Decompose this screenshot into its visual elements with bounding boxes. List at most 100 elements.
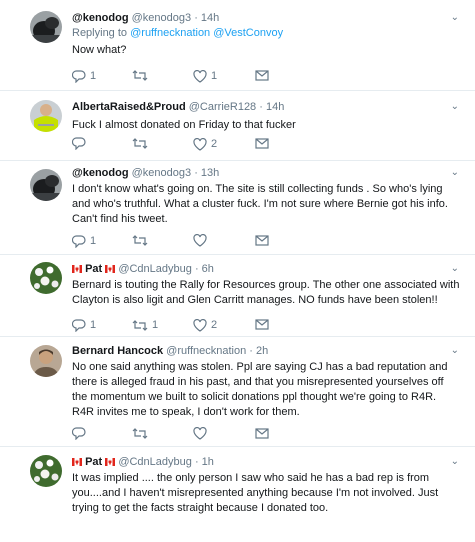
chevron-down-icon[interactable]: ⌄ — [451, 262, 459, 276]
tweet-actions — [72, 427, 332, 443]
reply-icon — [72, 69, 86, 83]
tweet[interactable]: Pat @CdnLadybug · 6h Bernard is touting … — [0, 255, 475, 337]
canada-flag-icon — [105, 265, 116, 273]
avatar[interactable] — [30, 100, 62, 132]
retweet-button[interactable] — [132, 234, 152, 247]
timestamp[interactable]: 13h — [201, 167, 219, 179]
heart-icon — [193, 427, 207, 440]
retweet-button[interactable] — [132, 137, 152, 150]
reply-icon — [72, 137, 86, 150]
canada-flag-icon — [72, 265, 82, 273]
avatar[interactable] — [30, 169, 62, 201]
display-name[interactable]: Pat — [85, 263, 102, 275]
direct-message-button[interactable] — [255, 234, 269, 247]
tweet-thread: @kenodog @kenodog3 · 14h Replying to @ru… — [0, 0, 475, 542]
retweet-count: 1 — [152, 319, 159, 331]
display-name[interactable]: Pat — [85, 456, 102, 468]
white-flowers-icon — [30, 262, 62, 294]
tweet-text-paragraph: R4R invites me to speak, I don't work fo… — [72, 406, 300, 418]
canada-flag-icon — [72, 458, 82, 466]
retweet-icon — [132, 70, 148, 81]
chevron-down-icon[interactable]: ⌄ — [451, 100, 459, 114]
like-button[interactable] — [193, 234, 211, 247]
direct-message-button[interactable] — [255, 427, 269, 440]
retweet-button[interactable]: 1 — [132, 318, 158, 332]
heart-icon — [193, 137, 207, 151]
tweet-text: Bernard is touting the Rally for Resourc… — [72, 279, 460, 306]
reply-icon — [72, 234, 86, 248]
user-handle[interactable]: @kenodog3 — [132, 12, 192, 24]
white-flowers-icon — [30, 455, 62, 487]
display-name[interactable]: @kenodog — [72, 12, 129, 24]
user-handle[interactable]: @kenodog3 — [132, 167, 192, 179]
display-name[interactable]: AlbertaRaised&Proud — [72, 101, 186, 113]
heart-icon — [193, 234, 207, 247]
avatar[interactable] — [30, 262, 62, 294]
separator-dot: · — [259, 101, 263, 113]
tweet-actions: 1 — [72, 234, 332, 250]
tweet[interactable]: Bernard Hancock @ruffnecknation · 2h No … — [0, 337, 475, 447]
tweet-actions: 1 1 — [72, 69, 332, 85]
display-name[interactable]: @kenodog — [72, 167, 129, 179]
timestamp[interactable]: 14h — [201, 12, 219, 24]
timestamp[interactable]: 1h — [202, 456, 214, 468]
timestamp[interactable]: 14h — [266, 101, 284, 113]
reply-button[interactable] — [72, 137, 90, 150]
tweet-text: I don't know what's going on. The site i… — [72, 183, 448, 225]
chevron-down-icon[interactable]: ⌄ — [451, 455, 459, 469]
tweet[interactable]: @kenodog @kenodog3 · 14h Replying to @ru… — [0, 0, 475, 91]
timestamp[interactable]: 2h — [256, 345, 268, 357]
tweet-text-paragraph: No one said anything was stolen. Ppl are… — [72, 361, 448, 403]
display-name[interactable]: Bernard Hancock — [72, 345, 163, 357]
separator-dot: · — [194, 12, 198, 24]
separator-dot: · — [249, 345, 253, 357]
reply-count: 1 — [90, 319, 97, 331]
avatar[interactable] — [30, 345, 62, 377]
reply-button[interactable]: 1 — [72, 69, 96, 83]
like-button[interactable]: 2 — [193, 137, 217, 151]
replying-to-label: Replying to — [72, 27, 128, 39]
user-handle[interactable]: @ruffnecknation — [166, 345, 246, 357]
timestamp[interactable]: 6h — [202, 263, 214, 275]
safety-vest-icon — [30, 100, 62, 132]
heart-icon — [193, 69, 207, 83]
like-button[interactable]: 1 — [193, 69, 217, 83]
tweet-text: It was implied .... the only person I sa… — [72, 472, 439, 514]
retweet-icon — [132, 138, 148, 149]
user-handle[interactable]: @CdnLadybug — [118, 456, 192, 468]
separator-dot: · — [194, 263, 199, 275]
like-button[interactable] — [193, 427, 211, 440]
chevron-down-icon[interactable]: ⌄ — [451, 11, 459, 25]
like-count: 1 — [211, 70, 218, 82]
direct-message-button[interactable] — [255, 69, 269, 82]
reply-button[interactable]: 1 — [72, 234, 96, 248]
user-handle[interactable]: @CarrieR128 — [189, 101, 256, 113]
retweet-button[interactable] — [132, 427, 152, 440]
reply-button[interactable] — [72, 427, 90, 440]
like-button[interactable]: 2 — [193, 318, 217, 332]
envelope-icon — [255, 319, 269, 330]
envelope-icon — [255, 235, 269, 246]
direct-message-button[interactable] — [255, 137, 269, 150]
dark-dog-icon — [30, 11, 62, 43]
like-count: 2 — [211, 138, 218, 150]
separator-dot: · — [194, 456, 199, 468]
reply-button[interactable]: 1 — [72, 318, 96, 332]
avatar[interactable] — [30, 11, 62, 43]
tweet-text: Fuck I almost donated on Friday to that … — [72, 119, 296, 131]
chevron-down-icon[interactable]: ⌄ — [451, 344, 459, 358]
chevron-down-icon[interactable]: ⌄ — [451, 166, 459, 180]
tweet[interactable]: Pat @CdnLadybug · 1h It was implied ....… — [0, 447, 475, 542]
like-count: 2 — [211, 319, 218, 331]
user-handle[interactable]: @CdnLadybug — [118, 263, 192, 275]
reply-mentions[interactable]: @ruffnecknation @VestConvoy — [130, 27, 283, 39]
avatar[interactable] — [30, 455, 62, 487]
retweet-button[interactable] — [132, 69, 152, 82]
retweet-icon — [132, 319, 148, 331]
tweet-text: No one said anything was stolen. Ppl are… — [72, 360, 461, 420]
tweet-actions: 1 1 2 — [72, 318, 332, 334]
tweet[interactable]: AlbertaRaised&Proud @CarrieR128 · 14h Fu… — [0, 91, 475, 161]
replying-to: Replying to @ruffnecknation @VestConvoy — [72, 26, 461, 40]
direct-message-button[interactable] — [255, 318, 269, 331]
tweet[interactable]: @kenodog @kenodog3 · 13h I don't know wh… — [0, 161, 475, 255]
